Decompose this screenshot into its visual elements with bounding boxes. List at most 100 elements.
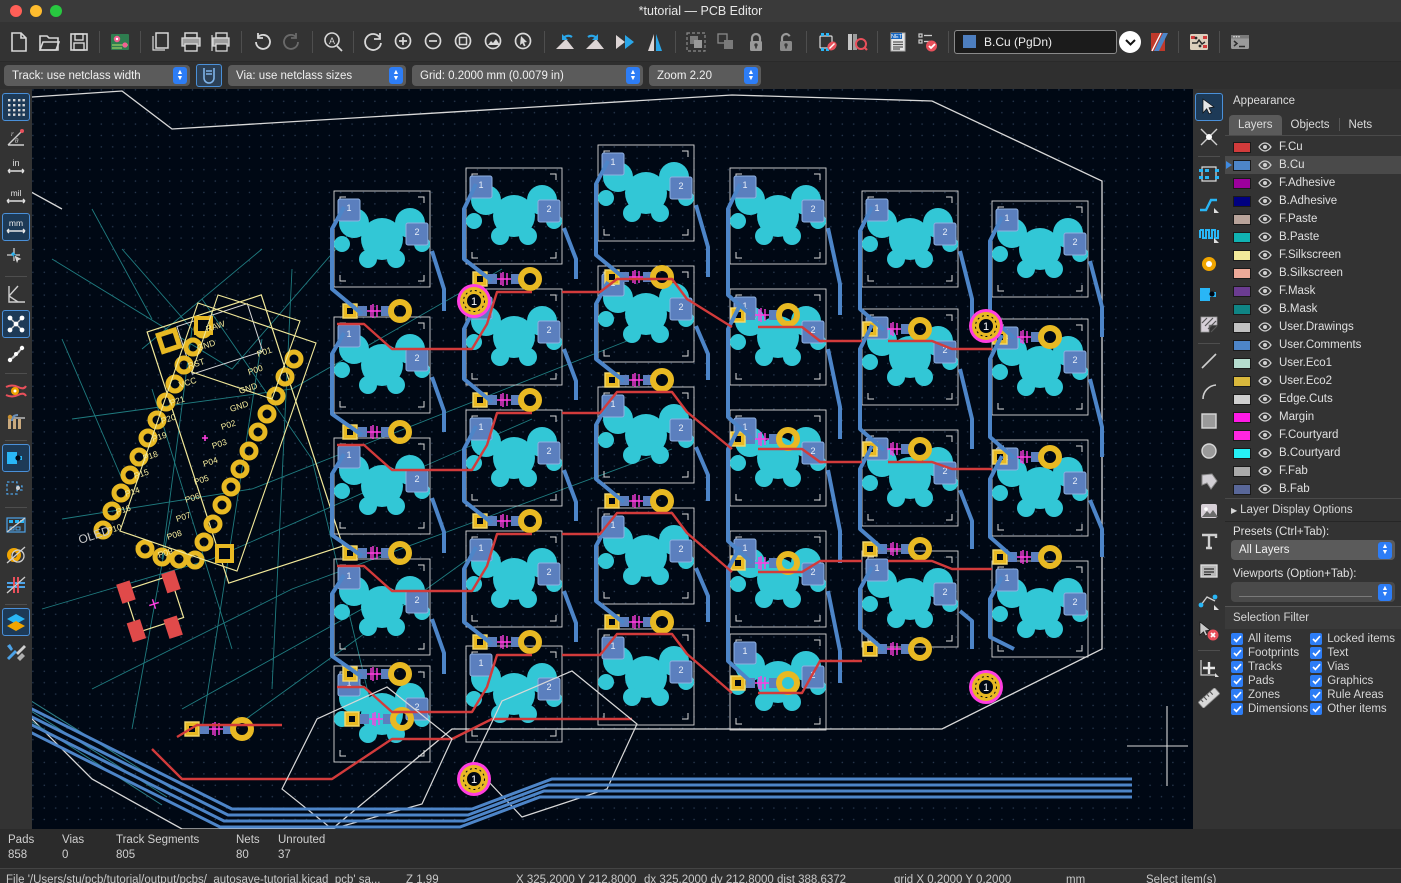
layer-row[interactable]: Margin xyxy=(1225,408,1401,426)
tab-nets[interactable]: Nets xyxy=(1340,115,1382,135)
eye-icon[interactable] xyxy=(1258,268,1272,278)
presets-spinner[interactable]: ▲ ▼ xyxy=(1378,541,1392,559)
redo-icon[interactable] xyxy=(277,26,307,58)
net-highlight-icon[interactable] xyxy=(2,377,30,405)
grid-select[interactable]: Grid: 0.2000 mm (0.0079 in) ▲ ▼ xyxy=(412,65,643,86)
print-icon[interactable] xyxy=(176,26,206,58)
open-icon[interactable] xyxy=(34,26,64,58)
layer-dropdown-button[interactable] xyxy=(1117,26,1143,58)
viewports-select[interactable]: ▲ ▼ xyxy=(1231,582,1395,602)
checkbox[interactable] xyxy=(1231,689,1243,701)
show-ratsnest-icon[interactable] xyxy=(2,310,30,338)
eye-icon[interactable] xyxy=(1258,142,1272,152)
layer-row[interactable]: F.Adhesive xyxy=(1225,174,1401,192)
add-image-icon[interactable] xyxy=(1195,497,1223,525)
zoom-in-icon[interactable] xyxy=(389,26,419,58)
ungroup-icon[interactable] xyxy=(711,26,741,58)
viewports-spinner[interactable]: ▲ ▼ xyxy=(1378,583,1392,601)
track-width-spinner[interactable]: ▲ ▼ xyxy=(173,67,187,84)
layer-color-swatch[interactable] xyxy=(1233,411,1251,423)
show-ratsnest-measure-icon[interactable] xyxy=(2,280,30,308)
layers-manager-icon[interactable] xyxy=(2,608,30,636)
eye-icon[interactable] xyxy=(1258,304,1272,314)
track-sketch-icon[interactable] xyxy=(2,571,30,599)
eye-icon[interactable] xyxy=(1258,340,1272,350)
layer-row[interactable]: Edge.Cuts xyxy=(1225,390,1401,408)
eye-icon[interactable] xyxy=(1258,430,1272,440)
selection-filter-row[interactable]: Graphics xyxy=(1310,675,1395,687)
track-width-select[interactable]: Track: use netclass width ▲ ▼ xyxy=(4,65,190,86)
board-setup-icon[interactable] xyxy=(105,26,135,58)
save-icon[interactable] xyxy=(64,26,94,58)
zoom-spinner[interactable]: ▲ ▼ xyxy=(744,67,758,84)
layer-color-swatch[interactable] xyxy=(1233,267,1251,279)
checkbox[interactable] xyxy=(1231,661,1243,673)
layer-row[interactable]: B.Fab xyxy=(1225,480,1401,498)
layer-color-swatch[interactable] xyxy=(1233,213,1251,225)
selection-filter-row[interactable]: Dimensions xyxy=(1231,703,1310,715)
layer-display-options-toggle[interactable]: ▶ Layer Display Options xyxy=(1225,498,1401,522)
layer-color-swatch[interactable] xyxy=(1233,483,1251,495)
layer-row[interactable]: B.Mask xyxy=(1225,300,1401,318)
layer-row[interactable]: B.Silkscreen xyxy=(1225,264,1401,282)
layer-row[interactable]: B.Courtyard xyxy=(1225,444,1401,462)
layer-row[interactable]: F.Cu xyxy=(1225,138,1401,156)
layer-color-swatch[interactable] xyxy=(1233,429,1251,441)
refresh-icon[interactable] xyxy=(359,26,389,58)
layer-color-swatch[interactable] xyxy=(1233,249,1251,261)
selection-filter-row[interactable]: All items xyxy=(1231,633,1310,645)
zoom-button[interactable] xyxy=(50,5,62,17)
layer-selector[interactable]: B.Cu (PgDn) xyxy=(954,29,1117,54)
eye-icon[interactable] xyxy=(1258,394,1272,404)
lock-icon[interactable] xyxy=(741,26,771,58)
layer-row[interactable]: B.Adhesive xyxy=(1225,192,1401,210)
new-icon[interactable] xyxy=(4,26,34,58)
selection-filter-row[interactable]: Other items xyxy=(1310,703,1395,715)
selection-filter-row[interactable]: Tracks xyxy=(1231,661,1310,673)
selection-filter-row[interactable]: Vias xyxy=(1310,661,1395,673)
curved-ratsnest-icon[interactable] xyxy=(2,340,30,368)
layer-row[interactable]: User.Comments xyxy=(1225,336,1401,354)
draw-rectangle-icon[interactable] xyxy=(1195,407,1223,435)
via-size-spinner[interactable]: ▲ ▼ xyxy=(389,67,403,84)
layer-color-swatch[interactable] xyxy=(1233,447,1251,459)
add-text-icon[interactable] xyxy=(1195,527,1223,555)
layer-color-swatch[interactable] xyxy=(1233,321,1251,333)
eye-icon[interactable] xyxy=(1258,376,1272,386)
plot-icon[interactable] xyxy=(206,26,236,58)
eye-icon[interactable] xyxy=(1258,196,1272,206)
zoom-fit-icon[interactable] xyxy=(449,26,479,58)
checkbox[interactable] xyxy=(1310,703,1323,715)
via-size-select[interactable]: Via: use netclass sizes ▲ ▼ xyxy=(228,65,406,86)
netlist-icon[interactable]: NET xyxy=(883,26,913,58)
via-sketch-icon[interactable] xyxy=(2,474,30,502)
rotate-cw-icon[interactable] xyxy=(580,26,610,58)
flip-h-icon[interactable] xyxy=(610,26,640,58)
layer-color-swatch[interactable] xyxy=(1233,303,1251,315)
unlock-icon[interactable] xyxy=(771,26,801,58)
eye-icon[interactable] xyxy=(1258,358,1272,368)
checkbox[interactable] xyxy=(1231,647,1243,659)
add-footprint-icon[interactable] xyxy=(1195,160,1223,188)
selection-filter-row[interactable]: Text xyxy=(1310,647,1395,659)
eye-icon[interactable] xyxy=(1258,412,1272,422)
eye-icon[interactable] xyxy=(1258,178,1272,188)
layer-color-swatch[interactable] xyxy=(1233,375,1251,387)
eye-icon[interactable] xyxy=(1258,322,1272,332)
layer-row[interactable]: B.Cu xyxy=(1225,156,1401,174)
zoom-out-icon[interactable] xyxy=(419,26,449,58)
layer-row[interactable]: F.Fab xyxy=(1225,462,1401,480)
footprint-editor-icon[interactable] xyxy=(812,26,842,58)
selection-filter-row[interactable]: Footprints xyxy=(1231,647,1310,659)
local-ratsnest-icon[interactable] xyxy=(1195,123,1223,151)
route-tracks-icon[interactable] xyxy=(1195,190,1223,218)
layer-color-swatch[interactable] xyxy=(1233,231,1251,243)
router-settings-icon[interactable] xyxy=(1184,26,1214,58)
polar-coordinates-icon[interactable]: rθ xyxy=(2,123,30,151)
eye-icon[interactable] xyxy=(1258,448,1272,458)
zone-display-icon[interactable] xyxy=(2,541,30,569)
eye-icon[interactable] xyxy=(1258,466,1272,476)
layer-row[interactable]: F.Mask xyxy=(1225,282,1401,300)
layer-color-swatch[interactable] xyxy=(1233,285,1251,297)
zone-outline-icon[interactable] xyxy=(2,511,30,539)
